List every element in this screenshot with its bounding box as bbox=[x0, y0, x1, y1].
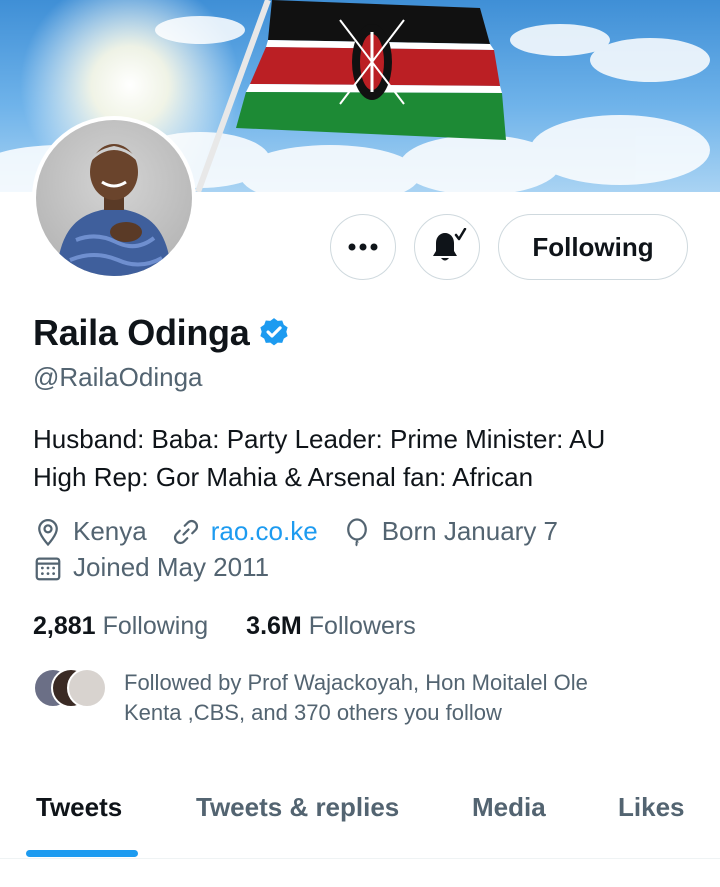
link-icon bbox=[173, 519, 198, 544]
tab-tweets-replies[interactable]: Tweets & replies bbox=[196, 792, 399, 823]
profile-name: Raila Odinga bbox=[33, 312, 250, 353]
birthday-text: Born January 7 bbox=[381, 516, 559, 546]
profile-bio: Husband: Baba: Party Leader: Prime Minis… bbox=[33, 420, 693, 496]
notifications-button[interactable] bbox=[414, 214, 480, 280]
followed-by-line: Kenta ,CBS, and 370 others you follow bbox=[124, 700, 502, 725]
tab-media[interactable]: Media bbox=[472, 792, 546, 823]
bio-line: Husband: Baba: Party Leader: Prime Minis… bbox=[33, 424, 606, 454]
profile-name-row: Raila Odinga bbox=[33, 312, 291, 354]
followed-by-avatars[interactable] bbox=[33, 668, 107, 708]
website-item[interactable]: rao.co.ke bbox=[171, 516, 318, 547]
following-count: 2,881 bbox=[33, 612, 96, 640]
location-pin-icon bbox=[38, 518, 58, 546]
profile-meta-row: Joined May 2011 bbox=[33, 552, 293, 583]
profile-stats: 2,881 Following 3.6M Followers bbox=[33, 612, 454, 641]
profile-meta-row: Kenya rao.co.ke Born January 7 bbox=[33, 516, 582, 547]
tab-tweets[interactable]: Tweets bbox=[36, 792, 122, 823]
followed-by-line: Followed by Prof Wajackoyah, Hon Moitale… bbox=[124, 670, 588, 695]
followers-count-link[interactable]: 3.6M Followers bbox=[246, 612, 416, 641]
balloon-icon bbox=[346, 517, 367, 546]
followed-by-text[interactable]: Followed by Prof Wajackoyah, Hon Moitale… bbox=[124, 668, 684, 728]
location-text: Kenya bbox=[73, 516, 147, 546]
profile-tabs: Tweets Tweets & replies Media Likes bbox=[0, 776, 720, 858]
joined-item: Joined May 2011 bbox=[33, 552, 269, 583]
website-link[interactable]: rao.co.ke bbox=[211, 516, 318, 547]
followers-label: Followers bbox=[308, 612, 416, 640]
profile-handle: @RailaOdinga bbox=[33, 362, 203, 392]
location-item: Kenya bbox=[33, 516, 147, 547]
verified-badge-icon[interactable] bbox=[257, 316, 291, 350]
following-button[interactable]: Following bbox=[498, 214, 688, 280]
more-options-button[interactable] bbox=[330, 214, 396, 280]
more-horizontal-icon bbox=[348, 243, 378, 251]
avatar-photo bbox=[36, 120, 192, 276]
active-tab-indicator bbox=[26, 850, 138, 857]
tab-likes[interactable]: Likes bbox=[618, 792, 685, 823]
following-count-link[interactable]: 2,881 Following bbox=[33, 612, 208, 641]
following-label: Following bbox=[102, 612, 209, 640]
joined-text: Joined May 2011 bbox=[73, 552, 270, 582]
avatar bbox=[67, 668, 107, 708]
divider bbox=[0, 858, 720, 859]
birthday-item: Born January 7 bbox=[342, 516, 558, 547]
bio-line: High Rep: Gor Mahia & Arsenal fan: Afric… bbox=[33, 462, 534, 492]
followers-count: 3.6M bbox=[246, 612, 302, 640]
bell-subscribed-icon bbox=[433, 228, 467, 261]
profile-avatar[interactable] bbox=[32, 116, 196, 280]
calendar-icon bbox=[35, 557, 61, 580]
